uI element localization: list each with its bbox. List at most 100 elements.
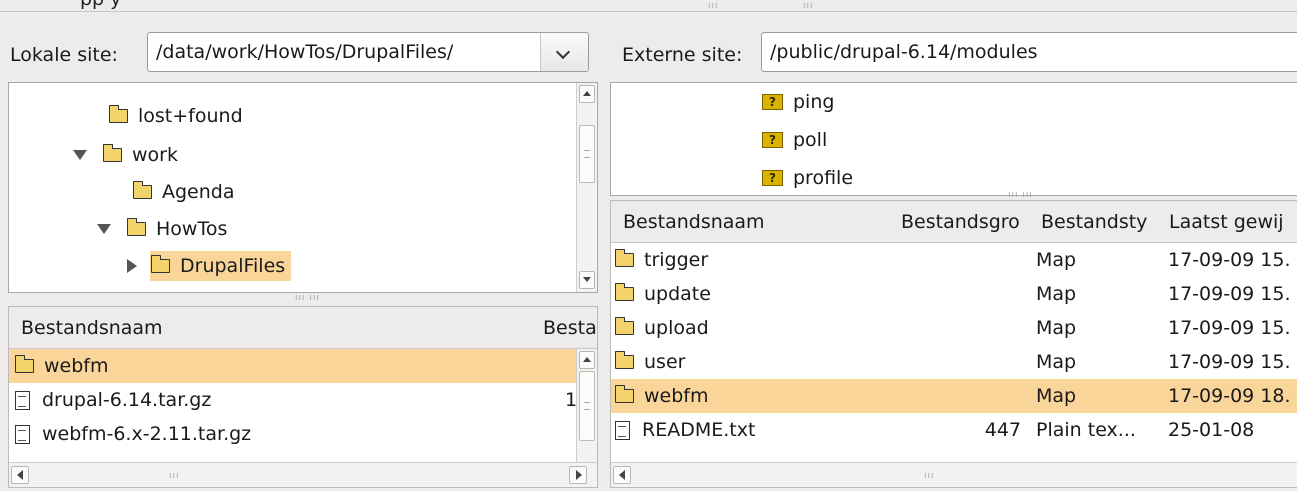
tree-node-label[interactable]: work	[132, 144, 178, 166]
tree-node[interactable]: ? ping	[762, 85, 834, 119]
file-size: 447	[984, 419, 1021, 441]
file-name[interactable]: user	[644, 351, 685, 373]
scroll-down-button[interactable]	[579, 271, 595, 289]
file-row[interactable]: webfm Map 17-09-09 18.	[611, 379, 1297, 413]
file-name[interactable]: webfm	[44, 355, 109, 377]
file-row[interactable]: webfm	[9, 349, 576, 383]
column-header-modified[interactable]: Laatst gewij	[1169, 201, 1297, 243]
expand-toggle-icon[interactable]	[97, 224, 111, 234]
scroll-thumb[interactable]	[579, 371, 595, 441]
scroll-thumb[interactable]	[579, 125, 595, 183]
file-modified: 25-01-08	[1168, 419, 1255, 441]
arrow-up-icon	[583, 357, 591, 362]
local-list-vscroll[interactable]	[576, 349, 597, 462]
scroll-right-button[interactable]	[569, 466, 587, 484]
vertical-splitter[interactable]	[598, 12, 610, 491]
local-list-hscroll[interactable]: ııı	[9, 462, 597, 487]
unknown-folder-icon: ?	[762, 170, 783, 186]
column-header-type[interactable]: Bestandsty	[1041, 201, 1169, 243]
file-row[interactable]: drupal-6.14.tar.gz 1	[9, 383, 577, 417]
tree-node-label[interactable]: DrupalFiles	[150, 251, 292, 281]
tree-node[interactable]: work	[73, 138, 178, 172]
expand-toggle-icon[interactable]	[73, 150, 87, 160]
splitter-grip[interactable]: ııı	[708, 2, 719, 11]
tree-node-label[interactable]: profile	[793, 167, 853, 189]
file-name[interactable]: README.txt	[642, 419, 755, 441]
file-name[interactable]: webfm	[644, 385, 709, 407]
tree-node[interactable]: lost+found	[108, 99, 243, 133]
column-header-size[interactable]: Besta	[543, 307, 597, 349]
file-size	[911, 277, 1021, 311]
folder-icon	[614, 317, 634, 335]
tree-node-label[interactable]: lost+found	[138, 105, 243, 127]
folder-icon	[614, 249, 634, 267]
splitter-grip[interactable]: ııı ııı	[1008, 191, 1033, 200]
tree-node[interactable]: DrupalFiles	[127, 249, 292, 283]
remote-site-label: Externe site:	[622, 44, 743, 66]
tree-node[interactable]: ? profile	[762, 161, 853, 195]
tree-node[interactable]: HowTos	[97, 212, 227, 246]
scroll-left-button[interactable]	[613, 466, 631, 484]
file-row[interactable]: trigger Map 17-09-09 15.	[611, 243, 1297, 277]
hscroll-thumb-grip[interactable]: ııı	[924, 472, 935, 481]
file-name[interactable]: upload	[644, 317, 709, 339]
file-type: Map	[1036, 283, 1077, 305]
local-file-list[interactable]: Bestandsnaam Besta webfm drupal-6.14.tar.…	[8, 306, 598, 488]
tree-node-label[interactable]: HowTos	[156, 218, 227, 240]
file-icon	[15, 390, 30, 410]
remote-path-combo[interactable]: /public/drupal-6.14/modules	[761, 32, 1297, 72]
file-name[interactable]: update	[644, 283, 711, 305]
tree-node-label[interactable]: ping	[793, 91, 834, 113]
collapse-toggle-icon[interactable]	[127, 259, 137, 273]
column-header-size[interactable]: Bestandsgro	[901, 201, 1039, 243]
file-size	[911, 345, 1021, 379]
local-directory-tree[interactable]: GuideBook lost+found work Agenda HowTos Drupa…	[8, 82, 598, 293]
scroll-up-button[interactable]	[579, 351, 595, 369]
local-path-dropdown-button[interactable]	[540, 33, 588, 71]
file-row[interactable]: README.txt 447 Plain tex... 25-01-08	[611, 413, 1297, 447]
file-name[interactable]: trigger	[644, 249, 708, 271]
arrow-up-icon	[583, 91, 591, 96]
tree-node[interactable]: GuideBook	[81, 83, 243, 93]
scroll-left-button[interactable]	[11, 466, 29, 484]
folder-icon	[614, 283, 634, 301]
column-header-filename[interactable]: Bestandsnaam	[623, 201, 893, 243]
scroll-up-button[interactable]	[579, 85, 595, 103]
file-row[interactable]: update Map 17-09-09 15.	[611, 277, 1297, 311]
folder-icon	[102, 144, 122, 162]
file-size	[911, 243, 1021, 277]
file-row[interactable]: webfm-6.x-2.11.tar.gz	[9, 417, 576, 451]
file-row[interactable]: upload Map 17-09-09 15.	[611, 311, 1297, 345]
local-tree-vscroll[interactable]	[576, 83, 597, 292]
file-modified: 17-09-09 15.	[1168, 283, 1291, 305]
chevron-down-icon	[555, 44, 571, 60]
local-path-combo[interactable]: /data/work/HowTos/DrupalFiles/	[147, 32, 589, 72]
remote-file-list[interactable]: Bestandsnaam Bestandsgro Bestandsty Laat…	[610, 200, 1297, 488]
remote-directory-tree[interactable]: ? ping ? poll? profile	[610, 82, 1297, 196]
file-name[interactable]: drupal-6.14.tar.gz	[42, 389, 211, 411]
file-modified: 17-09-09 18.	[1168, 385, 1291, 407]
top-strip: pp y ııı ııı	[0, 0, 1297, 12]
tree-node[interactable]: ? poll	[762, 123, 827, 157]
file-type: Map	[1036, 351, 1077, 373]
file-type: Plain tex...	[1036, 419, 1136, 441]
local-site-label: Lokale site:	[10, 44, 118, 66]
tree-node-label[interactable]: Agenda	[162, 181, 235, 203]
column-header-filename[interactable]: Bestandsnaam	[21, 307, 421, 349]
file-type: Map	[1036, 385, 1077, 407]
remote-list-hscroll[interactable]: ııı	[611, 462, 1297, 487]
file-name[interactable]: webfm-6.x-2.11.tar.gz	[42, 423, 251, 445]
tree-node[interactable]: Agenda	[132, 175, 235, 209]
file-size	[911, 379, 1021, 413]
splitter-grip[interactable]: ııı ııı	[295, 294, 320, 303]
unknown-folder-icon: ?	[762, 94, 783, 110]
tree-node-label[interactable]: GuideBook	[140, 83, 243, 87]
file-row[interactable]: user Map 17-09-09 15.	[611, 345, 1297, 379]
remote-path-value[interactable]: /public/drupal-6.14/modules	[770, 41, 1038, 63]
local-path-value[interactable]: /data/work/HowTos/DrupalFiles/	[156, 41, 453, 63]
folder-icon	[126, 218, 146, 236]
remote-list-header: Bestandsnaam Bestandsgro Bestandsty Laat…	[611, 201, 1297, 243]
splitter-grip[interactable]: ııı	[803, 2, 814, 11]
tree-node-label[interactable]: poll	[793, 129, 827, 151]
hscroll-thumb-grip[interactable]: ııı	[169, 472, 180, 481]
